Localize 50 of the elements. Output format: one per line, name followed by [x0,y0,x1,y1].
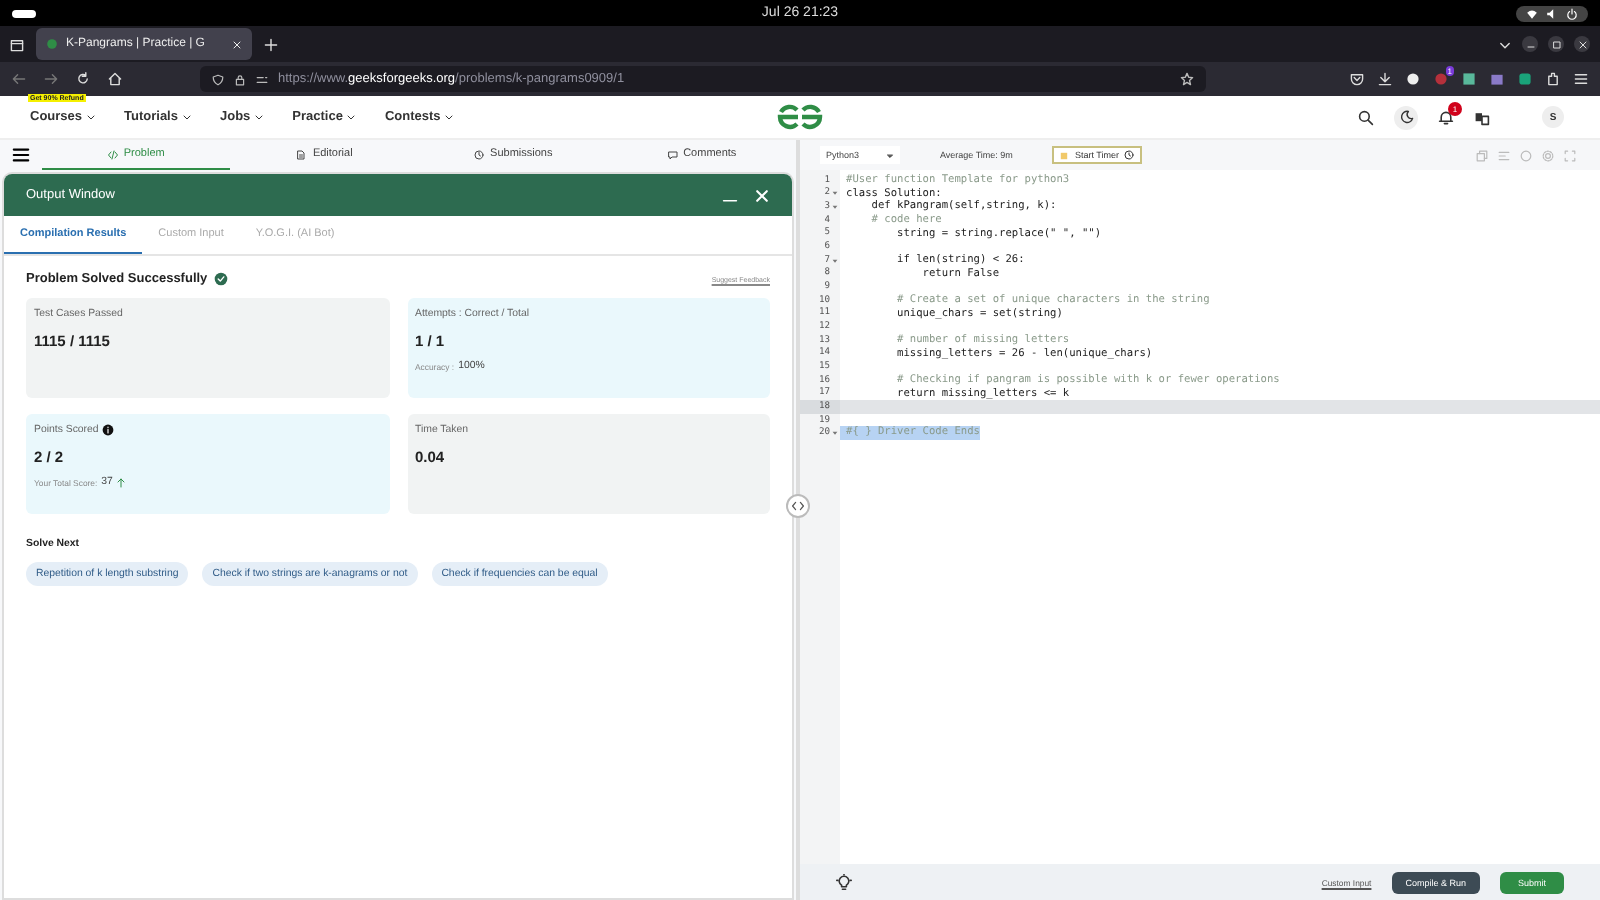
code-icon [792,500,804,512]
volume-icon [1546,7,1558,19]
timer-icon [1060,151,1069,159]
info-icon[interactable] [102,424,115,436]
code-icon [107,149,118,159]
power-icon [1566,7,1578,19]
back-icon[interactable] [12,72,26,86]
wifi-icon [1526,7,1538,19]
clock-icon [1124,150,1135,160]
caret-icon [444,112,455,122]
permissions-icon [256,73,268,85]
translate-icon[interactable] [1474,109,1490,125]
check-circle-icon [213,272,228,286]
comment-icon [667,149,678,159]
caret-icon [181,112,192,122]
close-icon [1577,39,1587,49]
moon-icon [1399,110,1413,124]
maximize-button[interactable] [1548,36,1564,52]
pocket-icon[interactable] [1350,72,1364,86]
theme-toggle[interactable] [1394,105,1418,129]
tab-overview-icon[interactable] [10,37,24,51]
activities-indicator[interactable] [12,9,36,17]
lightbulb-icon[interactable] [836,874,852,890]
logo-icon[interactable] [776,104,824,130]
bell-icon[interactable] [1438,109,1454,125]
caret-icon [86,112,97,122]
clock-icon [474,149,485,159]
close-icon[interactable] [232,39,242,49]
shield-icon [212,73,224,85]
search-icon[interactable] [1358,109,1374,125]
star-icon[interactable] [1180,72,1194,86]
maximize-icon [1551,39,1561,49]
reload-icon[interactable] [76,72,90,86]
status-menu[interactable] [1516,5,1588,21]
close-button[interactable] [1574,36,1590,52]
minimize-button[interactable] [1522,36,1538,52]
puzzle-icon[interactable] [1546,72,1560,86]
caret-icon [886,151,894,159]
caret-icon [346,112,357,122]
lock-icon [234,73,246,85]
fold-icon[interactable] [832,430,838,437]
download-icon[interactable] [1378,72,1392,86]
new-tab-icon[interactable] [264,37,278,51]
home-icon[interactable] [108,72,122,86]
forward-icon[interactable] [44,72,58,86]
caret-icon [254,112,265,122]
favicon-icon [46,38,58,50]
chevron-down-icon[interactable] [1498,37,1512,51]
menu-icon[interactable] [12,146,30,164]
document-icon [296,149,307,159]
